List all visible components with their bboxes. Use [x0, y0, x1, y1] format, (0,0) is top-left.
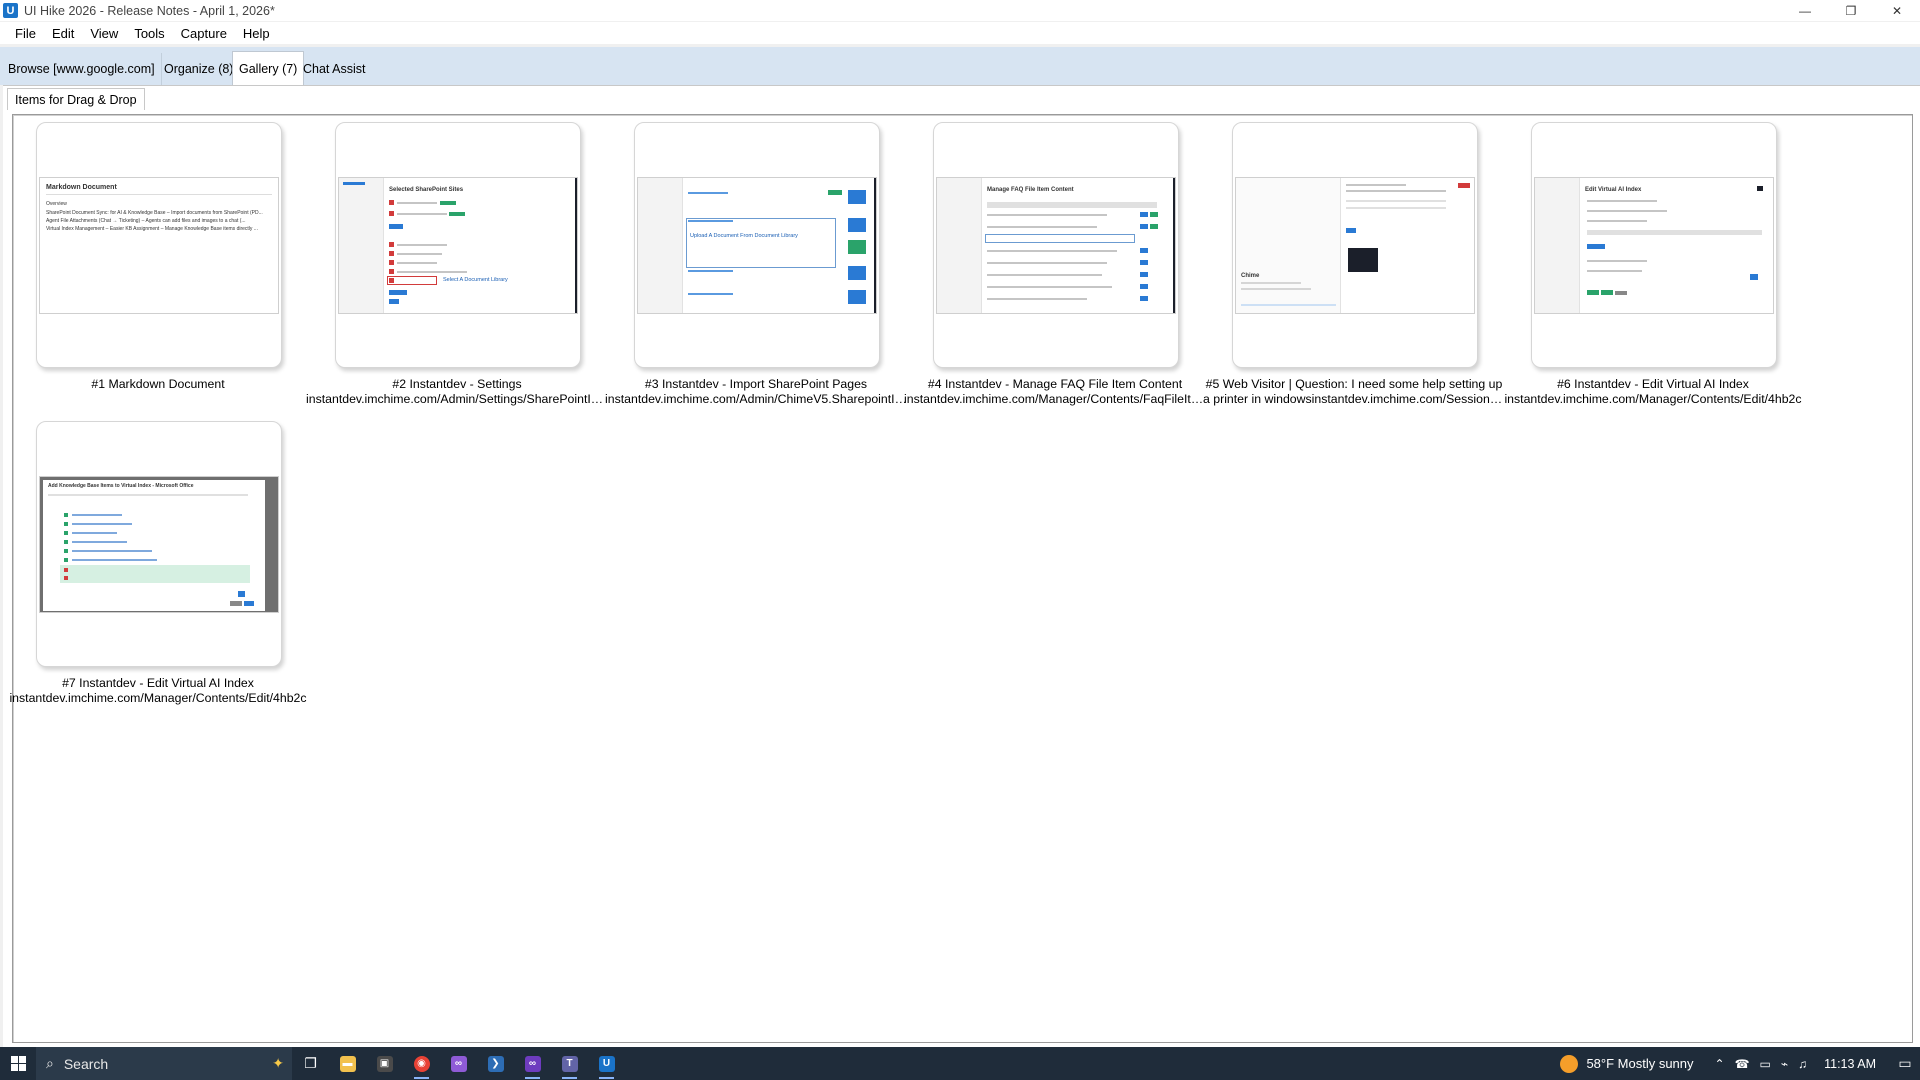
gallery-item-frame[interactable]: Add Knowledge Base Items to Virtual Inde…: [36, 421, 282, 667]
gallery-item-url: instantdev.imchime.com/Manager/Contents/…: [1504, 392, 1802, 406]
gallery-item-url: instantdev.imchime.com/Admin/ChimeV5.Sha…: [605, 392, 907, 406]
gallery-item-url: instantdev.imchime.com/Manager/Contents/…: [904, 392, 1206, 406]
thumb-line: Virtual Index Management – Easier KB Ass…: [46, 226, 258, 232]
clock[interactable]: 11:13 AM: [1824, 1057, 1876, 1071]
start-button[interactable]: [0, 1047, 36, 1080]
app-logo-icon: U: [3, 3, 18, 18]
task-view-icon[interactable]: ❐: [292, 1047, 329, 1080]
weather-widget[interactable]: 58°F Mostly sunny: [1560, 1054, 1694, 1073]
thumb-heading: Markdown Document: [46, 184, 117, 191]
thumbnail-markdown-document: Markdown Document Overview SharePoint Do…: [39, 177, 279, 314]
main-tab-strip: Browse [www.google.com] Organize (8) Gal…: [0, 47, 1920, 85]
gallery-item-title: #3 Instantdev - Import SharePoint Pages: [644, 377, 868, 391]
thumbnail-manage-faq: Manage FAQ File Item Content: [936, 177, 1176, 314]
gallery-item-frame[interactable]: Chime: [1232, 122, 1478, 368]
gallery-item-caption: #5 Web Visitor | Question: I need some h…: [1203, 377, 1505, 407]
title-bar: U UI Hike 2026 - Release Notes - April 1…: [0, 0, 1920, 21]
volume-icon[interactable]: ♫: [1798, 1057, 1807, 1071]
window-controls: — ❐ ✕: [1782, 0, 1920, 21]
gallery-item-title: #2 Instantdev - Settings: [392, 377, 522, 391]
chevron-up-icon[interactable]: ⌃: [1715, 1057, 1725, 1071]
minimize-button[interactable]: —: [1782, 0, 1828, 21]
window-title: UI Hike 2026 - Release Notes - April 1, …: [24, 3, 275, 18]
thumbnail-add-kb-items: Add Knowledge Base Items to Virtual Inde…: [39, 476, 279, 613]
gallery-item-caption: #2 Instantdev - Settings instantdev.imch…: [306, 377, 608, 407]
copilot-sparkle-icon: ✦: [272, 1055, 284, 1071]
wifi-icon[interactable]: ⌁: [1781, 1057, 1788, 1071]
gallery-item-caption: #7 Instantdev - Edit Virtual AI Index in…: [7, 676, 309, 706]
file-explorer-icon[interactable]: ▬: [329, 1047, 366, 1080]
gallery-item-frame[interactable]: Selected SharePoint Sites Select A Docum…: [335, 122, 581, 368]
gallery-item-frame[interactable]: Upload A Document From Document Library: [634, 122, 880, 368]
terminal-icon[interactable]: ▣: [366, 1047, 403, 1080]
tab-organize[interactable]: Organize (8): [158, 53, 241, 85]
menu-tools[interactable]: Tools: [126, 26, 172, 41]
thumbnail-import-sharepoint: Upload A Document From Document Library: [637, 177, 877, 314]
system-tray: 58°F Mostly sunny ⌃ ☎ ▭ ⌁ ♫ 11:13 AM ▭: [1560, 1047, 1920, 1080]
menu-file[interactable]: File: [0, 26, 44, 41]
thumb-line: Agent File Attachments (Chat → Ticketing…: [46, 218, 246, 224]
sun-icon: [1560, 1054, 1579, 1073]
teams-glyph: T: [561, 1055, 578, 1072]
taskbar: ⌕ Search ✦ ❐ ▬ ▣ ◉ ∞ ❯ ∞ T U 58°F Mostly…: [0, 1047, 1920, 1080]
tab-items-for-drag-drop[interactable]: Items for Drag & Drop: [7, 88, 145, 110]
close-button[interactable]: ✕: [1874, 0, 1920, 21]
taskbar-search[interactable]: ⌕ Search ✦: [36, 1047, 292, 1080]
visual-studio-preview-glyph: ∞: [524, 1055, 541, 1072]
battery-icon[interactable]: ▭: [1760, 1057, 1771, 1071]
powershell-glyph: ❯: [487, 1055, 504, 1072]
notifications-icon[interactable]: ▭: [1890, 1055, 1920, 1072]
gallery-item-title: #7 Instantdev - Edit Virtual AI Index: [62, 676, 254, 690]
task-view-glyph: ❐: [304, 1055, 317, 1071]
meet-now-icon[interactable]: ☎: [1735, 1057, 1750, 1071]
terminal-glyph: ▣: [376, 1055, 393, 1072]
gallery-item-caption: #1 Markdown Document: [7, 377, 309, 392]
gallery-grid: Markdown Document Overview SharePoint Do…: [9, 114, 1913, 1043]
menu-edit[interactable]: Edit: [44, 26, 82, 41]
gallery-item-title: #6 Instantdev - Edit Virtual AI Index: [1557, 377, 1749, 391]
powershell-icon[interactable]: ❯: [477, 1047, 514, 1080]
thumbnail-edit-virtual-index: Edit Virtual AI Index: [1534, 177, 1774, 314]
thumbnail-web-visitor: Chime: [1235, 177, 1475, 314]
gallery-item-url: a printer in windowsinstantdev.imchime.c…: [1203, 392, 1505, 406]
gallery-item-caption: #3 Instantdev - Import SharePoint Pages …: [605, 377, 907, 407]
tab-gallery[interactable]: Gallery (7): [232, 51, 305, 85]
ui-hike-glyph: U: [598, 1055, 615, 1072]
menu-bar: File Edit View Tools Capture Help: [0, 22, 1920, 44]
gallery-item-frame[interactable]: Edit Virtual AI Index: [1531, 122, 1777, 368]
teams-icon[interactable]: T: [551, 1047, 588, 1080]
visual-studio-preview-icon[interactable]: ∞: [514, 1047, 551, 1080]
file-explorer-glyph: ▬: [339, 1055, 356, 1072]
gallery-item-title: #5 Web Visitor | Question: I need some h…: [1205, 377, 1503, 391]
menu-capture[interactable]: Capture: [173, 26, 235, 41]
gallery-item-title: #4 Instantdev - Manage FAQ File Item Con…: [927, 377, 1183, 391]
gallery-item-frame[interactable]: Manage FAQ File Item Content: [933, 122, 1179, 368]
gallery-item-caption: #4 Instantdev - Manage FAQ File Item Con…: [904, 377, 1206, 407]
tab-browse[interactable]: Browse [www.google.com]: [2, 53, 162, 85]
thumb-line: Overview: [46, 201, 67, 207]
gallery-panel: Items for Drag & Drop Markdown Document …: [3, 85, 1920, 1047]
restore-button[interactable]: ❐: [1828, 0, 1874, 21]
thumb-line: SharePoint Document Sync: for AI & Knowl…: [46, 210, 263, 216]
search-label: Search: [63, 1055, 109, 1072]
thumbnail-settings-page: Selected SharePoint Sites Select A Docum…: [338, 177, 578, 314]
chrome-icon[interactable]: ◉: [403, 1047, 440, 1080]
menu-view[interactable]: View: [82, 26, 126, 41]
visual-studio-icon[interactable]: ∞: [440, 1047, 477, 1080]
ui-hike-taskbar-icon[interactable]: U: [588, 1047, 625, 1080]
chrome-glyph: ◉: [413, 1055, 430, 1072]
weather-text: 58°F Mostly sunny: [1586, 1056, 1694, 1071]
visual-studio-glyph: ∞: [450, 1055, 467, 1072]
windows-logo-icon: [10, 1056, 26, 1071]
search-icon: ⌕: [46, 1055, 54, 1071]
gallery-item-url: instantdev.imchime.com/Manager/Contents/…: [9, 691, 307, 705]
gallery-item-title: #1 Markdown Document: [91, 377, 225, 391]
gallery-item-url: instantdev.imchime.com/Admin/Settings/Sh…: [306, 392, 608, 406]
menu-help[interactable]: Help: [235, 26, 278, 41]
tab-chat-assist[interactable]: Chat Assist: [297, 53, 372, 85]
gallery-item-frame[interactable]: Markdown Document Overview SharePoint Do…: [36, 122, 282, 368]
gallery-item-caption: #6 Instantdev - Edit Virtual AI Index in…: [1502, 377, 1804, 407]
